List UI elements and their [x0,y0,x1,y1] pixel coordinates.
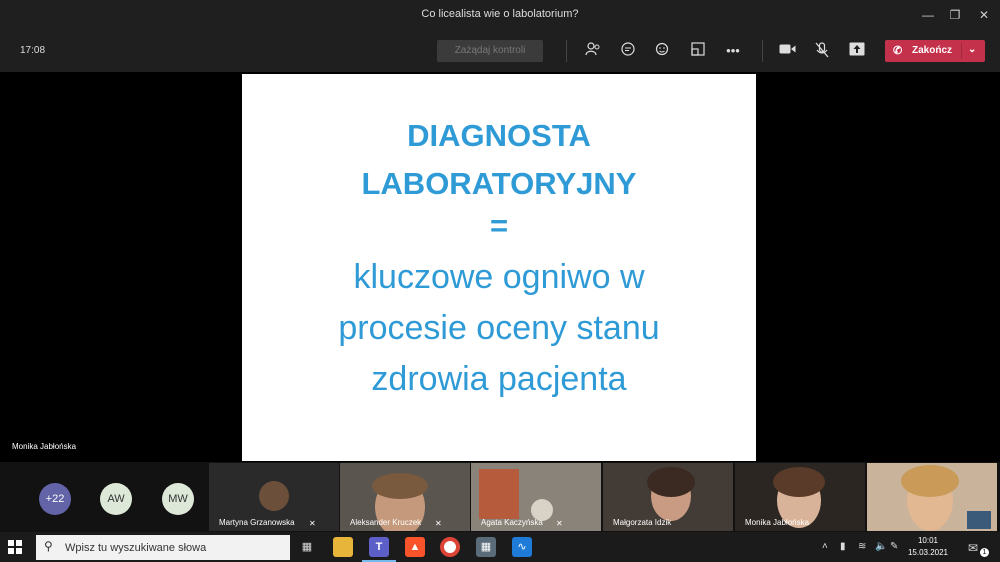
chevron-down-icon[interactable]: ⌄ [968,44,976,55]
file-explorer-icon[interactable] [333,537,353,557]
participant-tile[interactable] [867,463,997,531]
end-call-label: Zakończ [912,45,953,56]
taskbar-search-box[interactable]: ⚲ Wpisz tu wyszukiwane słowa [36,535,290,560]
clock-date: 15.03.2021 [907,548,949,557]
system-clock[interactable]: 10:01 15.03.2021 [900,535,956,559]
mic-off-icon[interactable] [813,42,831,60]
shared-slide: DIAGNOSTA LABORATORYJNY = kluczowe ogniw… [242,74,756,461]
chrome-icon[interactable] [440,537,460,557]
reactions-icon[interactable] [654,42,672,60]
title-bar: Co licealista wie o labolatorium? — ❐ ✕ [0,0,1000,30]
brave-icon[interactable]: ▲ [405,537,425,557]
participant-name: Agata Kaczyńska [481,518,543,527]
end-call-button[interactable]: ✆ Zakończ ⌄ [885,40,985,62]
participant-tile[interactable]: Małgorzata Idzik [603,463,733,531]
slide-body-line: procesie oceny stanu [338,309,660,347]
restore-icon[interactable]: ❐ [944,6,966,24]
window-title: Co licealista wie o labolatorium? [421,8,579,20]
toolbar-divider [762,40,763,62]
search-placeholder: Wpisz tu wyszukiwane słowa [65,542,207,554]
more-icon[interactable]: ••• [724,42,742,60]
slide-body-line: kluczowe ogniwo w [353,258,645,296]
slide-equals: = [489,208,509,243]
volume-icon[interactable]: 🔈 [875,541,887,552]
windows-start-icon[interactable] [8,540,22,554]
camera-icon[interactable] [778,42,796,60]
chevron-up-icon[interactable]: ˄ [822,541,828,552]
task-view-icon[interactable]: ▦ [297,537,317,557]
request-control-button[interactable]: Zażądaj kontroli [437,40,543,62]
close-icon[interactable]: ✕ [973,6,995,24]
mic-off-icon: ✕ [309,519,316,528]
battery-icon[interactable]: ▮ [840,541,846,552]
participant-name: Małgorzata Idzik [613,518,672,527]
overflow-participants-button[interactable]: +22 [39,483,71,515]
presenter-name: Monika Jabłońska [12,442,77,451]
participant-hair [773,467,825,497]
participant-tile[interactable]: Agata Kaczyńska ✕ [471,463,601,531]
people-icon[interactable] [584,42,602,60]
search-icon: ⚲ [44,539,53,553]
participant-hair [901,465,959,497]
avatar[interactable]: MW [162,483,194,515]
mic-off-icon: ✕ [556,519,563,528]
participant-tile[interactable]: Aleksander Kruczek ✕ [340,463,470,531]
slide-body-line: zdrowia pacjenta [371,360,627,398]
meeting-toolbar: 17:08 Zażądaj kontroli ••• ✆ Zakończ ⌄ [0,30,1000,72]
background-object [967,511,991,529]
toolbar-divider [566,40,567,62]
participant-tile[interactable]: Monika Jabłońska [735,463,865,531]
phone-icon: ✆ [893,45,903,57]
mic-off-icon: ✕ [435,519,442,528]
room-icon[interactable] [689,42,707,60]
slide-heading-line: LABORATORYJNY [361,166,637,201]
wifi-icon[interactable]: ≋ [858,541,866,552]
share-icon[interactable] [848,42,866,60]
participant-name: Martyna Grzanowska [219,518,295,527]
slide-heading-line: DIAGNOSTA [407,118,591,153]
background-shelf [479,469,519,519]
notifications-icon[interactable]: ✉ [968,541,978,555]
teams-icon[interactable]: T [369,537,389,557]
meeting-timer: 17:08 [20,45,46,56]
minimize-icon[interactable]: — [917,6,939,24]
calculator-icon[interactable]: ▦ [476,537,496,557]
participant-tile[interactable]: Martyna Grzanowska ✕ [209,463,339,531]
participant-name: Aleksander Kruczek [350,518,422,527]
pen-icon[interactable]: ✎ [890,541,898,552]
photos-icon[interactable]: ∿ [512,537,532,557]
chat-icon[interactable] [619,42,637,60]
participant-photo [259,481,289,511]
participant-name: Monika Jabłońska [745,518,810,527]
button-divider [961,43,962,59]
participant-hair [372,473,428,499]
participant-hair [647,467,695,497]
clock-time: 10:01 [917,536,939,545]
avatar[interactable]: AW [100,483,132,515]
taskbar: ⚲ Wpisz tu wyszukiwane słowa ▦ T ▲ ▦ ∿ ˄… [0,532,1000,562]
notification-badge: 1 [980,548,989,557]
